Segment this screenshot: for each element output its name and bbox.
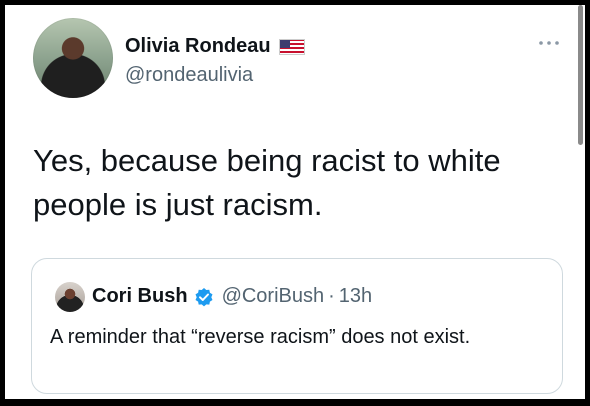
quoted-tweet[interactable]: Cori Bush @CoriBush · 13h A reminder tha…: [31, 258, 563, 394]
author-display-name[interactable]: Olivia Rondeau: [125, 35, 271, 58]
quoted-tweet-header: Cori Bush @CoriBush · 13h: [92, 285, 372, 308]
us-flag-icon: [278, 38, 305, 55]
quoted-author-handle[interactable]: @CoriBush: [222, 285, 325, 308]
quoted-author-name[interactable]: Cori Bush: [92, 285, 188, 308]
author-handle[interactable]: @rondeaulivia: [125, 64, 253, 87]
author-name-row: Olivia Rondeau: [125, 35, 305, 58]
quoted-tweet-text: A reminder that “reverse racism” does no…: [50, 326, 471, 348]
quoted-author-avatar[interactable]: [55, 282, 85, 312]
scrollbar[interactable]: [578, 5, 583, 145]
author-avatar[interactable]: [33, 18, 113, 98]
quoted-tweet-time[interactable]: 13h: [339, 285, 372, 308]
verified-badge-icon: [195, 287, 213, 306]
separator-dot: ·: [328, 285, 335, 307]
tweet-card: Olivia Rondeau @rondeaulivia Yes, becaus…: [5, 5, 585, 399]
tweet-text: Yes, because being racist to white peopl…: [33, 143, 501, 222]
more-options-icon[interactable]: [537, 38, 561, 48]
